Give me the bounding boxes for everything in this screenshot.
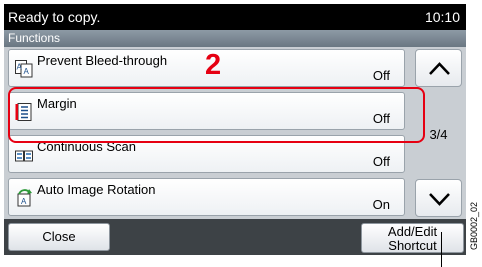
svg-text:A: A [24,67,30,76]
bottom-bar: Close Add/Edit Shortcut [4,219,466,255]
prevent-bleed-icon: A A [15,60,33,78]
svg-text:A: A [17,63,23,72]
copier-panel-screen: Ready to copy. 10:10 Functions A A Preve… [0,0,466,255]
add-edit-shortcut-button[interactable]: Add/Edit Shortcut [361,223,464,253]
status-bar: Ready to copy. 10:10 [4,4,466,30]
figure-code-text: GB0002_02 [469,201,479,251]
item-value-auto-image-rotation: On [372,197,390,212]
item-value-continuous-scan: Off [372,154,390,169]
svg-text:A: A [21,197,27,206]
item-label-prevent-bleed-through: Prevent Bleed-through [37,53,168,68]
scroll-down-button[interactable] [415,179,462,217]
callout-pointer-line [441,232,442,267]
figure-code: GB0002_02 [466,196,482,256]
list-item-auto-image-rotation[interactable]: A Auto Image Rotation On [8,178,405,216]
screen-title: Functions [4,30,466,47]
item-label-auto-image-rotation: Auto Image Rotation [37,182,156,197]
close-button[interactable]: Close [8,223,110,251]
item-value-prevent-bleed-through: Off [372,68,390,83]
auto-rotation-icon: A [15,189,33,207]
add-edit-label-line2: Shortcut [388,238,437,253]
chevron-up-icon [429,62,450,75]
chevron-down-icon [429,193,450,206]
status-time: 10:10 [358,4,466,30]
scroll-up-button[interactable] [415,49,462,87]
step-number: 2 [205,49,222,81]
step-highlight-frame [8,87,425,143]
add-edit-label-line1: Add/Edit [387,224,438,239]
status-message: Ready to copy. [4,4,356,30]
continuous-scan-icon [15,146,33,164]
